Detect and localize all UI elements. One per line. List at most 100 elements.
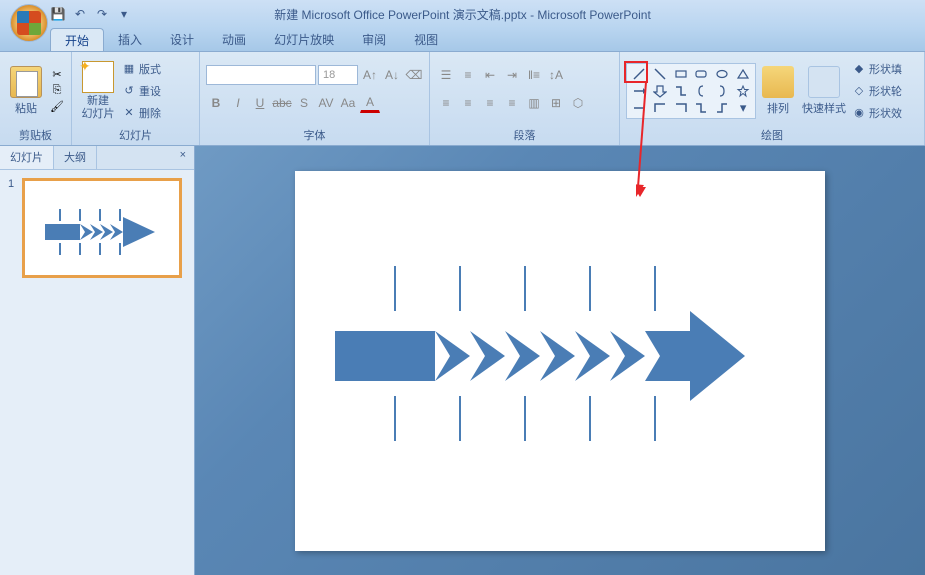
shape-star[interactable] [733,83,753,99]
char-spacing-button[interactable]: AV [316,93,336,113]
layout-icon: ▦ [122,62,136,76]
shape-effects-icon: ◉ [852,106,866,120]
cut-icon[interactable]: ✂ [50,68,64,82]
increase-indent-button[interactable]: ⇥ [502,65,522,85]
change-case-button[interactable]: Aa [338,93,358,113]
align-right-button[interactable]: ≡ [480,93,500,113]
slide-canvas[interactable] [295,171,825,551]
tab-slideshow[interactable]: 幻灯片放映 [260,28,348,51]
quick-styles-label: 快速样式 [802,100,846,116]
text-direction-button[interactable]: ↕A [546,65,566,85]
shape-effects-button[interactable]: ◉形状效 [852,103,902,123]
group-clipboard: 粘贴 ✂ ⎘ 🖌 剪贴板 [0,52,72,145]
slide-thumbnail-1[interactable] [22,178,182,278]
align-center-button[interactable]: ≡ [458,93,478,113]
shape-line[interactable] [629,66,649,82]
quick-access-toolbar: 💾 ↶ ↷ ▾ [50,6,132,22]
tab-insert[interactable]: 插入 [104,28,156,51]
panel-tab-slides[interactable]: 幻灯片 [0,146,54,169]
font-size-select[interactable] [318,65,358,85]
group-slides: 新建 幻灯片 ▦版式 ↺重设 ✕删除 幻灯片 [72,52,200,145]
shape-triangle[interactable] [733,66,753,82]
shadow-button[interactable]: S [294,93,314,113]
window-title: 新建 Microsoft Office PowerPoint 演示文稿.pptx… [274,6,651,23]
shape-options: ◆形状填 ◇形状轮 ◉形状效 [852,59,902,123]
panel-close-button[interactable]: × [172,146,194,169]
arrange-button[interactable]: 排列 [760,58,796,124]
paste-label: 粘贴 [15,100,37,116]
new-slide-button[interactable]: 新建 幻灯片 [78,58,118,124]
italic-button[interactable]: I [228,93,248,113]
font-family-select[interactable] [206,65,316,85]
font-color-button[interactable]: A [360,93,380,113]
group-drawing-label: 绘图 [626,127,918,143]
line-spacing-button[interactable]: ‖≡ [524,65,544,85]
shape-arrow-right[interactable] [629,83,649,99]
smartart-button[interactable]: ⬡ [568,93,588,113]
tab-animations[interactable]: 动画 [208,28,260,51]
thumbnail-list: 1 [0,170,194,286]
group-paragraph-label: 段落 [436,127,613,143]
shape-connector4[interactable] [692,100,712,116]
shape-fill-icon: ◆ [852,62,866,76]
shape-fill-button[interactable]: ◆形状填 [852,59,902,79]
columns-button[interactable]: ▥ [524,93,544,113]
shape-brace-right[interactable] [712,83,732,99]
underline-button[interactable]: U [250,93,270,113]
shape-outline-button[interactable]: ◇形状轮 [852,81,902,101]
bold-button[interactable]: B [206,93,226,113]
shape-diag-line[interactable] [650,66,670,82]
clear-format-button[interactable]: ⌫ [404,65,424,85]
office-button[interactable] [10,4,48,42]
shape-arrow-down[interactable] [650,83,670,99]
shape-connector2[interactable] [650,100,670,116]
paste-button[interactable]: 粘贴 [6,58,46,124]
shape-more[interactable]: ▾ [733,100,753,116]
bullets-button[interactable]: ☰ [436,65,456,85]
group-font-label: 字体 [206,127,423,143]
align-text-button[interactable]: ⊞ [546,93,566,113]
group-drawing: ▾ 排列 快速样式 ◆形状填 ◇形状轮 ◉形状效 绘图 [620,52,925,145]
tab-review[interactable]: 审阅 [348,28,400,51]
numbering-button[interactable]: ≡ [458,65,478,85]
shape-oval[interactable] [712,66,732,82]
tab-view[interactable]: 视图 [400,28,452,51]
grow-font-button[interactable]: A↑ [360,65,380,85]
quick-styles-icon [808,66,840,98]
strikethrough-button[interactable]: abc [272,93,292,113]
shape-connector1[interactable] [629,100,649,116]
shape-elbow[interactable] [671,83,691,99]
align-left-button[interactable]: ≡ [436,93,456,113]
shape-connector5[interactable] [712,100,732,116]
shape-brace[interactable] [692,83,712,99]
decrease-indent-button[interactable]: ⇤ [480,65,500,85]
shape-rect[interactable] [671,66,691,82]
reset-button[interactable]: ↺重设 [122,81,161,101]
ribbon: 粘贴 ✂ ⎘ 🖌 剪贴板 新建 幻灯片 ▦版式 ↺重设 ✕删除 幻灯片 [0,52,925,146]
undo-icon[interactable]: ↶ [72,6,88,22]
arrange-icon [762,66,794,98]
copy-icon[interactable]: ⎘ [50,84,64,98]
redo-icon[interactable]: ↷ [94,6,110,22]
justify-button[interactable]: ≡ [502,93,522,113]
arrange-label: 排列 [767,100,789,116]
panel-tab-outline[interactable]: 大纲 [54,146,97,169]
panel-tabs: 幻灯片 大纲 × [0,146,194,170]
new-slide-label: 新建 幻灯片 [82,95,115,119]
shape-connector3[interactable] [671,100,691,116]
shape-roundrect[interactable] [692,66,712,82]
format-painter-icon[interactable]: 🖌 [50,100,64,114]
group-slides-label: 幻灯片 [78,127,193,143]
workspace: 幻灯片 大纲 × 1 [0,146,925,575]
shrink-font-button[interactable]: A↓ [382,65,402,85]
layout-button[interactable]: ▦版式 [122,59,161,79]
paste-icon [10,66,42,98]
save-icon[interactable]: 💾 [50,6,66,22]
shapes-gallery[interactable]: ▾ [626,63,756,119]
tab-home[interactable]: 开始 [50,28,104,51]
quick-styles-button[interactable]: 快速样式 [800,58,848,124]
delete-button[interactable]: ✕删除 [122,103,161,123]
slide-editor[interactable] [195,146,925,575]
tab-design[interactable]: 设计 [156,28,208,51]
qat-dropdown-icon[interactable]: ▾ [116,6,132,22]
